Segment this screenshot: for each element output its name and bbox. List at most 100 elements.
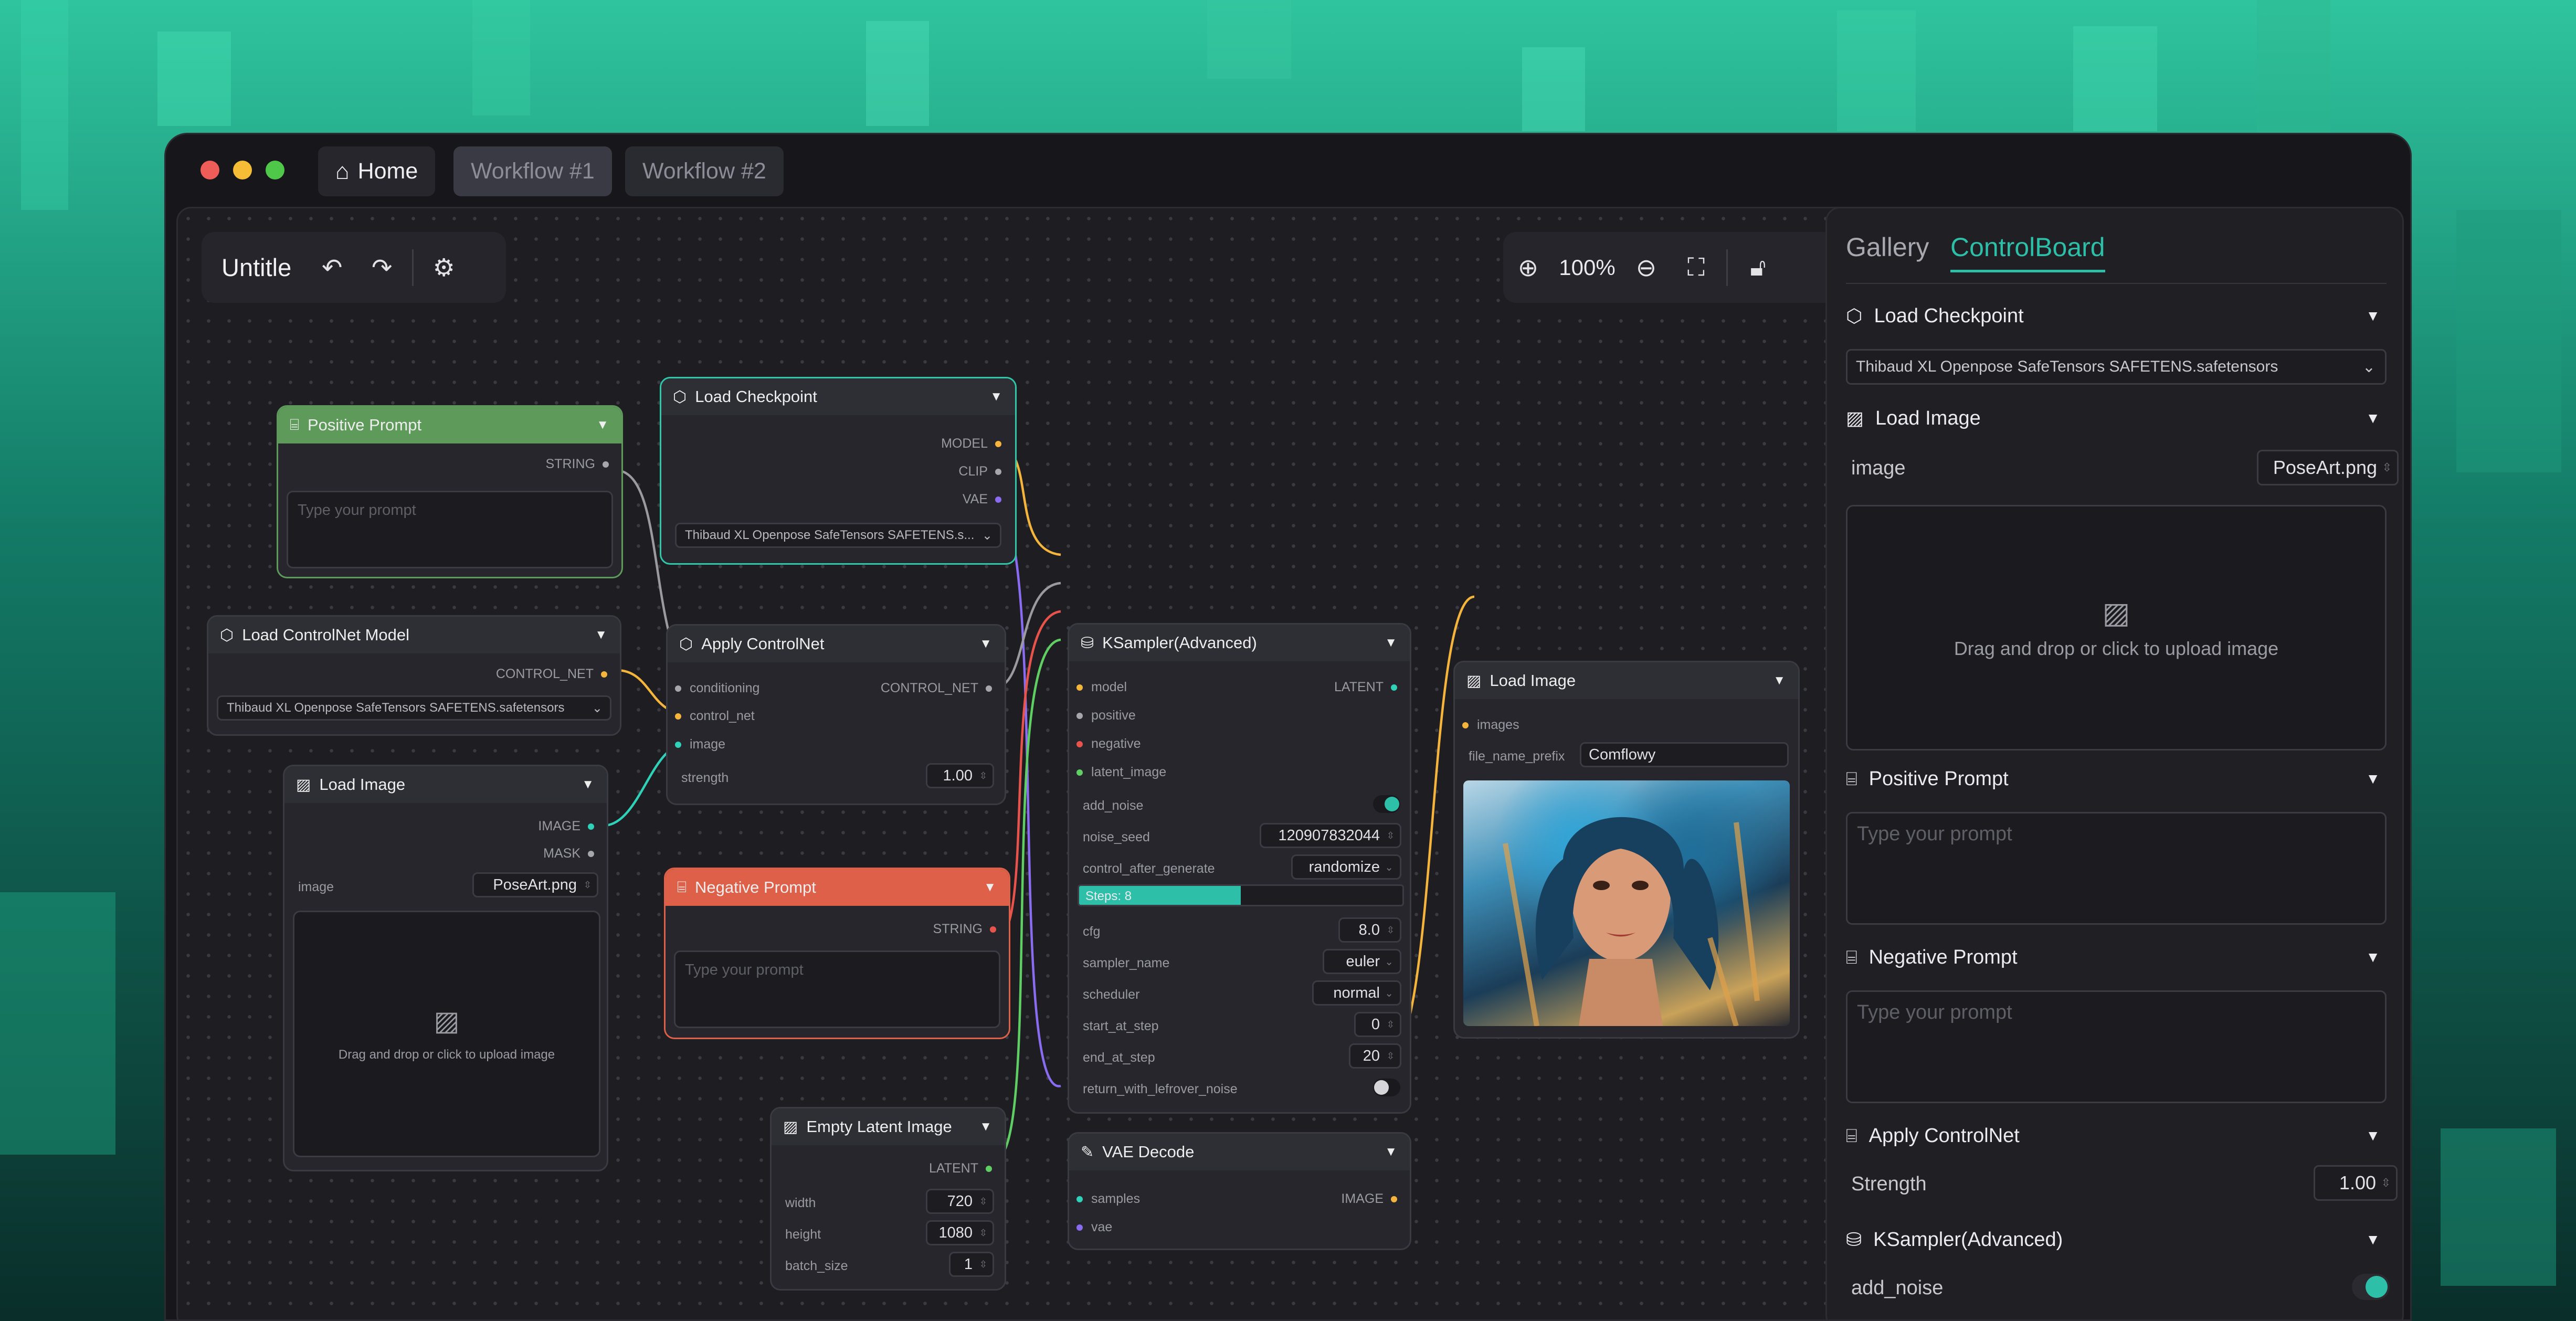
- section-load-image[interactable]: ▨ Load Image ▼: [1846, 403, 2387, 434]
- port-dot[interactable]: [675, 713, 681, 720]
- settings-icon[interactable]: ⚙: [419, 253, 469, 282]
- stepper-icon[interactable]: ⇳: [979, 770, 987, 781]
- end-input[interactable]: 20 ⇳: [1349, 1043, 1401, 1069]
- sampler-select[interactable]: euler ⌄: [1323, 949, 1401, 974]
- port-dot[interactable]: [986, 685, 992, 692]
- node-header[interactable]: ⬡ Load Checkpoint ▼: [661, 378, 1015, 415]
- stepper-icon[interactable]: ⇳: [979, 1196, 987, 1207]
- workflow-canvas[interactable]: Untitle ↶ ↷ ⚙ ⊕ 100% ⊖ ⛶ 🔓︎ ⌸ Positive P…: [176, 207, 1869, 1319]
- collapse-icon[interactable]: ▼: [979, 637, 992, 651]
- collapse-icon[interactable]: ▼: [2366, 1231, 2380, 1248]
- port-dot[interactable]: [588, 850, 594, 857]
- collapse-icon[interactable]: ▼: [984, 880, 996, 895]
- node-positive-prompt[interactable]: ⌸ Positive Prompt ▼ STRING Type your pro…: [277, 405, 623, 578]
- port-dot[interactable]: [1391, 684, 1397, 691]
- panel-add-noise-toggle[interactable]: [2352, 1274, 2390, 1300]
- stepper-icon[interactable]: ⇳: [584, 880, 592, 891]
- panel-positive-textarea[interactable]: Type your prompt: [1846, 812, 2387, 925]
- port-dot[interactable]: [1076, 741, 1083, 747]
- upload-dropzone[interactable]: ▨ Drag and drop or click to upload image: [293, 911, 600, 1157]
- collapse-icon[interactable]: ▼: [595, 628, 607, 642]
- tab-gallery[interactable]: Gallery: [1846, 232, 1929, 262]
- output-latent[interactable]: LATENT: [929, 1161, 992, 1176]
- height-input[interactable]: 1080 ⇳: [926, 1220, 994, 1245]
- input-vae[interactable]: vae: [1076, 1220, 1112, 1235]
- node-load-controlnet[interactable]: ⬡ Load ControlNet Model ▼ CONTROL_NET Th…: [207, 615, 621, 736]
- tab-controlboard[interactable]: ControlBoard: [1950, 232, 2105, 272]
- output-mask[interactable]: MASK: [543, 846, 594, 861]
- output-string[interactable]: STRING: [933, 922, 996, 937]
- add-noise-toggle[interactable]: [1373, 795, 1400, 813]
- zoom-in-icon[interactable]: ⊕: [1503, 253, 1553, 282]
- input-images[interactable]: images: [1462, 717, 1519, 733]
- fit-view-icon[interactable]: ⛶: [1671, 252, 1721, 282]
- minimize-window-button[interactable]: [233, 161, 252, 179]
- input-image[interactable]: image: [675, 737, 725, 752]
- node-header[interactable]: ⛁ KSampler(Advanced) ▼: [1069, 625, 1410, 661]
- leftover-toggle[interactable]: [1373, 1079, 1400, 1096]
- node-header[interactable]: ⬡ Load ControlNet Model ▼: [208, 617, 620, 653]
- node-load-checkpoint[interactable]: ⬡ Load Checkpoint ▼ MODEL CLIP VAE Thiba…: [660, 377, 1017, 565]
- port-dot[interactable]: [1462, 722, 1469, 728]
- node-vae-decode[interactable]: ✎ VAE Decode ▼ samples IMAGE vae: [1068, 1132, 1411, 1250]
- port-dot[interactable]: [1076, 1224, 1083, 1231]
- port-dot[interactable]: [588, 823, 594, 830]
- input-negative[interactable]: negative: [1076, 736, 1141, 752]
- collapse-icon[interactable]: ▼: [979, 1119, 992, 1134]
- zoom-out-icon[interactable]: ⊖: [1621, 253, 1671, 282]
- collapse-icon[interactable]: ▼: [1385, 1145, 1397, 1159]
- generated-image[interactable]: [1463, 780, 1790, 1026]
- port-dot[interactable]: [990, 926, 996, 933]
- port-dot[interactable]: [995, 468, 1001, 475]
- port-dot[interactable]: [1076, 684, 1083, 691]
- strength-input[interactable]: 1.00 ⇳: [926, 763, 994, 788]
- close-window-button[interactable]: [200, 161, 219, 179]
- output-image[interactable]: IMAGE: [1341, 1191, 1397, 1207]
- port-dot[interactable]: [1391, 1196, 1397, 1202]
- cfg-input[interactable]: 8.0 ⇳: [1338, 917, 1401, 943]
- panel-negative-textarea[interactable]: Type your prompt: [1846, 990, 2387, 1103]
- node-apply-controlnet[interactable]: ⬡ Apply ControlNet ▼ conditioning CONTRO…: [666, 624, 1006, 805]
- stepper-icon[interactable]: ⇳: [979, 1259, 987, 1270]
- section-positive-prompt[interactable]: ⌸ Positive Prompt ▼: [1846, 763, 2387, 795]
- input-samples[interactable]: samples: [1076, 1191, 1140, 1207]
- width-input[interactable]: 720 ⇳: [926, 1189, 994, 1214]
- port-dot[interactable]: [675, 741, 681, 748]
- controlnet-select[interactable]: Thibaud XL Openpose SafeTensors SAFETENS…: [217, 695, 611, 721]
- input-latent-image[interactable]: latent_image: [1076, 765, 1166, 780]
- port-dot[interactable]: [995, 440, 1001, 447]
- stepper-icon[interactable]: ⇳: [1387, 1051, 1395, 1062]
- collapse-icon[interactable]: ▼: [2366, 410, 2380, 427]
- stepper-icon[interactable]: ⇳: [1387, 925, 1395, 936]
- port-dot[interactable]: [675, 685, 681, 692]
- collapse-icon[interactable]: ▼: [2366, 308, 2380, 324]
- collapse-icon[interactable]: ▼: [2366, 1127, 2380, 1144]
- steps-slider[interactable]: Steps: 8: [1078, 884, 1404, 906]
- collapse-icon[interactable]: ▼: [582, 777, 594, 792]
- prompt-textarea[interactable]: Type your prompt: [674, 950, 1000, 1028]
- batch-input[interactable]: 1 ⇳: [949, 1252, 994, 1277]
- collapse-icon[interactable]: ▼: [1385, 636, 1397, 650]
- output-string[interactable]: STRING: [546, 457, 609, 472]
- node-header[interactable]: ▨ Empty Latent Image ▼: [772, 1108, 1005, 1145]
- port-dot[interactable]: [986, 1165, 992, 1172]
- maximize-window-button[interactable]: [266, 161, 284, 179]
- node-negative-prompt[interactable]: ⌸ Negative Prompt ▼ STRING Type your pro…: [664, 868, 1010, 1039]
- section-load-checkpoint[interactable]: ⬡ Load Checkpoint ▼: [1846, 300, 2387, 332]
- input-model[interactable]: model: [1076, 680, 1127, 695]
- node-ksampler[interactable]: ⛁ KSampler(Advanced) ▼ model LATENT posi…: [1068, 623, 1411, 1114]
- node-load-image[interactable]: ▨ Load Image ▼ IMAGE MASK image PoseArt.…: [283, 765, 608, 1171]
- stepper-icon[interactable]: ⇳: [1387, 1019, 1395, 1030]
- stepper-icon[interactable]: ⇳: [979, 1228, 987, 1239]
- stepper-icon[interactable]: ⇳: [1387, 830, 1395, 841]
- collapse-icon[interactable]: ▼: [990, 389, 1002, 404]
- input-conditioning[interactable]: conditioning: [675, 681, 759, 696]
- stepper-icon[interactable]: ⇳: [2381, 1176, 2391, 1190]
- section-apply-controlnet[interactable]: ⌸ Apply ControlNet ▼: [1846, 1120, 2387, 1151]
- panel-image-select[interactable]: PoseArt.png ⇳: [2257, 450, 2399, 485]
- tab-home[interactable]: ⌂ Home: [318, 146, 436, 196]
- input-control-net[interactable]: control_net: [675, 709, 755, 724]
- start-input[interactable]: 0 ⇳: [1354, 1012, 1401, 1037]
- output-model[interactable]: MODEL: [941, 436, 1001, 451]
- output-clip[interactable]: CLIP: [958, 464, 1001, 479]
